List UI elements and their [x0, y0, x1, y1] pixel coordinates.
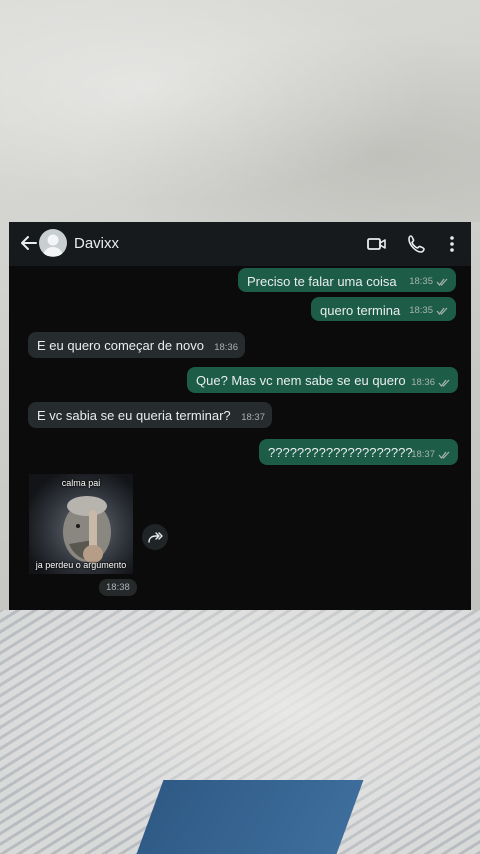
message-incoming[interactable]: E eu quero começar de novo 18:36 — [28, 332, 245, 358]
message-text: Que? Mas vc nem sabe se eu quero — [196, 373, 406, 388]
message-incoming[interactable]: E vc sabia se eu queria terminar? 18:37 — [28, 402, 272, 428]
message-text: ???????????????????? — [268, 445, 413, 460]
message-meta: 18:35 — [409, 305, 449, 316]
message-meta: 18:36 — [214, 342, 238, 353]
double-check-icon — [438, 451, 450, 459]
double-check-icon — [436, 307, 448, 315]
double-check-icon — [438, 379, 450, 387]
more-vertical-icon[interactable] — [441, 233, 463, 255]
message-time: 18:36 — [411, 377, 435, 388]
message-outgoing[interactable]: quero termina 18:35 — [311, 297, 456, 321]
arrow-left-icon[interactable] — [19, 233, 39, 253]
message-time: 18:35 — [409, 305, 433, 316]
message-text: E vc sabia se eu queria terminar? — [37, 408, 231, 423]
double-check-icon — [436, 278, 448, 286]
message-meta: 18:37 — [411, 449, 451, 460]
forward-button[interactable] — [142, 524, 168, 550]
message-time: 18:36 — [214, 342, 238, 353]
background-blue-cloth — [136, 780, 364, 854]
sticker-top-caption: calma pai — [61, 478, 101, 488]
message-meta: 18:35 — [409, 276, 449, 287]
chat-header: Davixx — [9, 222, 471, 266]
background-fabric-top — [0, 0, 480, 222]
chat-screen: Davixx Preciso te falar uma coisa 18:35 … — [9, 222, 471, 610]
message-text: E eu quero começar de novo — [37, 338, 204, 353]
message-time: 18:37 — [241, 412, 265, 423]
video-camera-icon[interactable] — [366, 233, 388, 255]
sticker-bottom-caption: ja perdeu o argumento — [35, 560, 127, 570]
message-time: 18:35 — [409, 276, 433, 287]
message-text: quero termina — [320, 303, 401, 318]
default-avatar-icon — [43, 234, 63, 256]
message-time: 18:37 — [411, 449, 435, 460]
message-outgoing[interactable]: ???????????????????? 18:37 — [259, 439, 458, 465]
avatar[interactable] — [39, 229, 67, 257]
forward-icon — [148, 532, 163, 543]
face-image — [63, 496, 111, 563]
message-outgoing[interactable]: Que? Mas vc nem sabe se eu quero 18:36 — [187, 367, 458, 393]
message-meta: 18:37 — [241, 412, 265, 423]
message-text: Preciso te falar uma coisa — [247, 274, 397, 289]
sticker-time: 18:38 — [99, 579, 137, 596]
contact-name[interactable]: Davixx — [74, 235, 119, 252]
sticker-image[interactable]: calma pai ja perdeu o argumento — [29, 474, 133, 574]
message-outgoing[interactable]: Preciso te falar uma coisa 18:35 — [238, 268, 456, 292]
phone-icon[interactable] — [406, 233, 428, 255]
message-meta: 18:36 — [411, 377, 451, 388]
